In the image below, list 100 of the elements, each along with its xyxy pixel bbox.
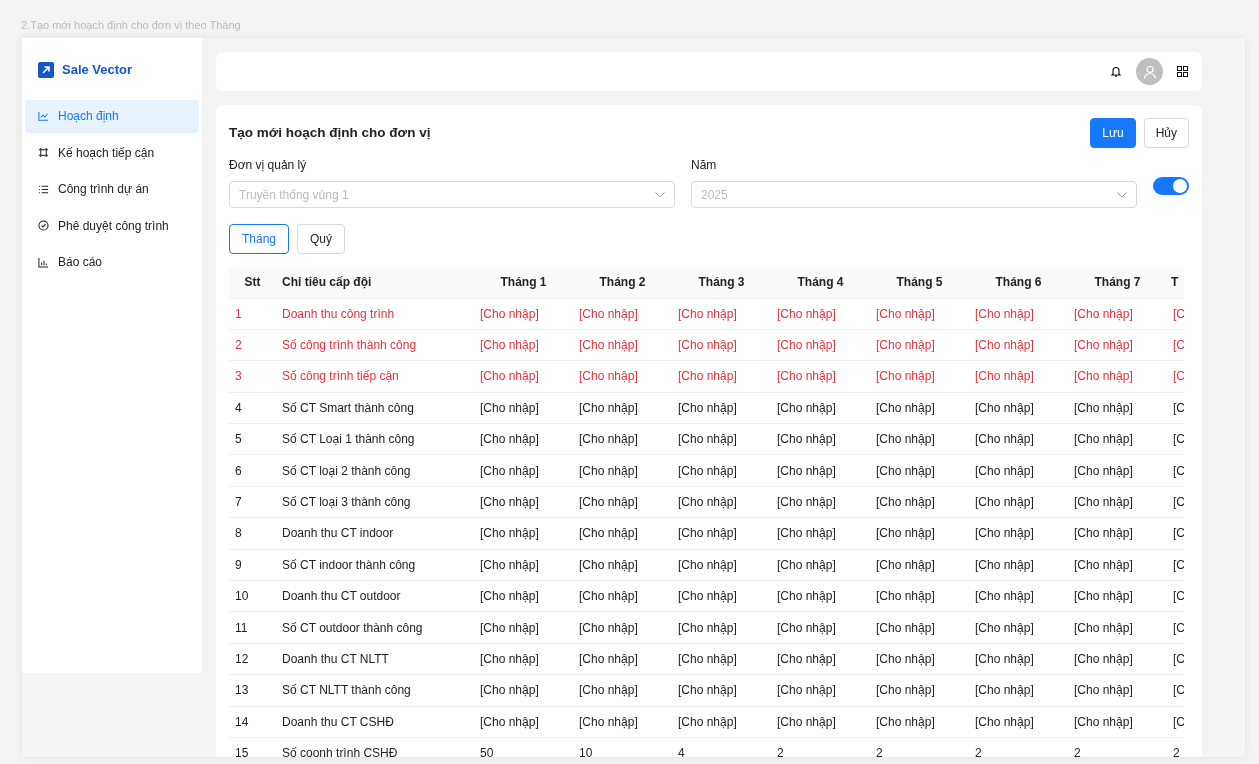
table-cell: [C	[1167, 423, 1184, 455]
table-cell: [Cho nhập]	[672, 517, 771, 550]
table-cell: [Cho nhập]	[1068, 360, 1167, 393]
bar-chart-icon	[38, 256, 49, 268]
sidebar-item[interactable]: Báo cáo	[25, 245, 199, 279]
table-cell: Số CT indoor thành công	[276, 549, 474, 581]
select-field[interactable]: 2025	[691, 181, 1137, 208]
chevron-down-icon	[1117, 192, 1127, 198]
table-cell: [Cho nhập]	[771, 706, 870, 738]
table-cell: [Cho nhập]	[672, 674, 771, 707]
table-cell: 6	[229, 454, 276, 487]
table-cell: [Cho nhập]	[771, 454, 870, 487]
brand-name: Sale Vector	[62, 61, 133, 79]
table-cell: 2	[969, 737, 1068, 757]
toggle-switch[interactable]	[1153, 177, 1189, 195]
table-cell: 7	[229, 486, 276, 518]
save-button[interactable]: Lưu	[1090, 118, 1136, 148]
table-cell: Số công trình tiếp cận	[276, 360, 474, 393]
table-cell: 15	[229, 737, 276, 757]
table-cell: [Cho nhập]	[870, 517, 969, 550]
table-cell: Số công trình thành công	[276, 329, 474, 361]
table-cell: [Cho nhập]	[1068, 329, 1167, 361]
grid-icon[interactable]	[1177, 66, 1188, 77]
table-cell: [Cho nhập]	[1068, 549, 1167, 581]
table-cell: 2	[771, 737, 870, 757]
select-field[interactable]: Truyền thống vùng 1	[229, 181, 675, 208]
table-cell: 2	[870, 737, 969, 757]
table-cell: [C	[1167, 517, 1184, 550]
sidebar-item[interactable]: Công trình dự án	[25, 172, 199, 206]
table-cell: [Cho nhập]	[870, 392, 969, 424]
cancel-button[interactable]: Hủy	[1143, 118, 1189, 148]
table-cell: Số CT NLTT thành công	[276, 674, 474, 707]
sidebar-item[interactable]: Phê duyệt công trình	[25, 209, 199, 242]
column-header: Tháng 7	[1068, 267, 1167, 298]
table-cell: [Cho nhập]	[474, 454, 573, 487]
table-cell: [Cho nhập]	[474, 360, 573, 393]
check-circle-icon	[38, 220, 49, 231]
table-cell: [Cho nhập]	[573, 611, 672, 644]
table-cell: Số CT outdoor thành công	[276, 611, 474, 644]
table-cell: [Cho nhập]	[870, 329, 969, 361]
period-tab[interactable]: Quý	[297, 224, 346, 254]
table-cell: [C	[1167, 454, 1184, 487]
table-cell: [Cho nhập]	[969, 706, 1068, 738]
table-cell: [Cho nhập]	[474, 611, 573, 644]
table-cell: [C	[1167, 611, 1184, 644]
bell-icon[interactable]	[1110, 65, 1122, 78]
table-cell: [Cho nhập]	[573, 580, 672, 612]
table-cell: 5	[229, 423, 276, 455]
table-cell: [Cho nhập]	[474, 549, 573, 581]
table-cell: [Cho nhập]	[672, 329, 771, 361]
table-cell: [Cho nhập]	[969, 423, 1068, 455]
table-cell: [Cho nhập]	[771, 580, 870, 612]
table-cell: Số CT Loại 1 thành công	[276, 423, 474, 455]
table-cell: [Cho nhập]	[969, 298, 1068, 330]
column-header: Tháng 4	[771, 267, 870, 298]
table-cell: 4	[672, 737, 771, 757]
table-cell: [Cho nhập]	[573, 674, 672, 707]
table-cell: [Cho nhập]	[969, 392, 1068, 424]
table-cell: [Cho nhập]	[771, 517, 870, 550]
sidebar-item[interactable]: Hoạch định	[25, 99, 199, 133]
table-cell: [Cho nhập]	[1068, 298, 1167, 330]
table-cell: [Cho nhập]	[573, 706, 672, 738]
column-header: Tháng 1	[474, 267, 573, 298]
list-icon	[38, 183, 49, 195]
table-cell: [Cho nhập]	[771, 643, 870, 675]
table-cell: [Cho nhập]	[474, 423, 573, 455]
chevron-down-icon	[655, 192, 665, 198]
table-cell: [C	[1167, 298, 1184, 330]
table-cell: [Cho nhập]	[573, 298, 672, 330]
table-cell: [Cho nhập]	[771, 360, 870, 393]
table-cell: [C	[1167, 329, 1184, 361]
column-header: Stt	[229, 267, 276, 298]
table-cell: [Cho nhập]	[1068, 611, 1167, 644]
table-cell: 10	[573, 737, 672, 757]
table-cell: [Cho nhập]	[1068, 580, 1167, 612]
table-cell: [Cho nhập]	[1068, 486, 1167, 518]
sidebar-item[interactable]: Kế hoạch tiếp cận	[25, 136, 199, 169]
table-cell: [Cho nhập]	[771, 423, 870, 455]
column-header: T	[1167, 267, 1184, 298]
table-cell: [Cho nhập]	[1068, 706, 1167, 738]
table-cell: [Cho nhập]	[771, 674, 870, 707]
table-cell: [Cho nhập]	[672, 454, 771, 487]
table-cell: 3	[229, 360, 276, 393]
table-cell: [Cho nhập]	[969, 611, 1068, 644]
column-header: Chỉ tiêu cấp đội	[276, 267, 474, 298]
table-cell: [Cho nhập]	[969, 643, 1068, 675]
column-header: Tháng 5	[870, 267, 969, 298]
table-cell: 11	[229, 611, 276, 644]
table-cell: [Cho nhập]	[870, 549, 969, 581]
table-cell: [Cho nhập]	[969, 549, 1068, 581]
table-cell: [C	[1167, 392, 1184, 424]
form-title: Tạo mới hoạch định cho đơn vị	[229, 123, 431, 142]
table-cell: Doanh thu công trình	[276, 298, 474, 330]
table-cell: [Cho nhập]	[771, 486, 870, 518]
period-tab[interactable]: Tháng	[229, 224, 290, 254]
field-label: Đơn vị quản lý	[229, 157, 308, 174]
table-cell: [Cho nhập]	[771, 329, 870, 361]
table-cell: [Cho nhập]	[672, 580, 771, 612]
column-header: Tháng 3	[672, 267, 771, 298]
table-cell: 10	[229, 580, 276, 612]
